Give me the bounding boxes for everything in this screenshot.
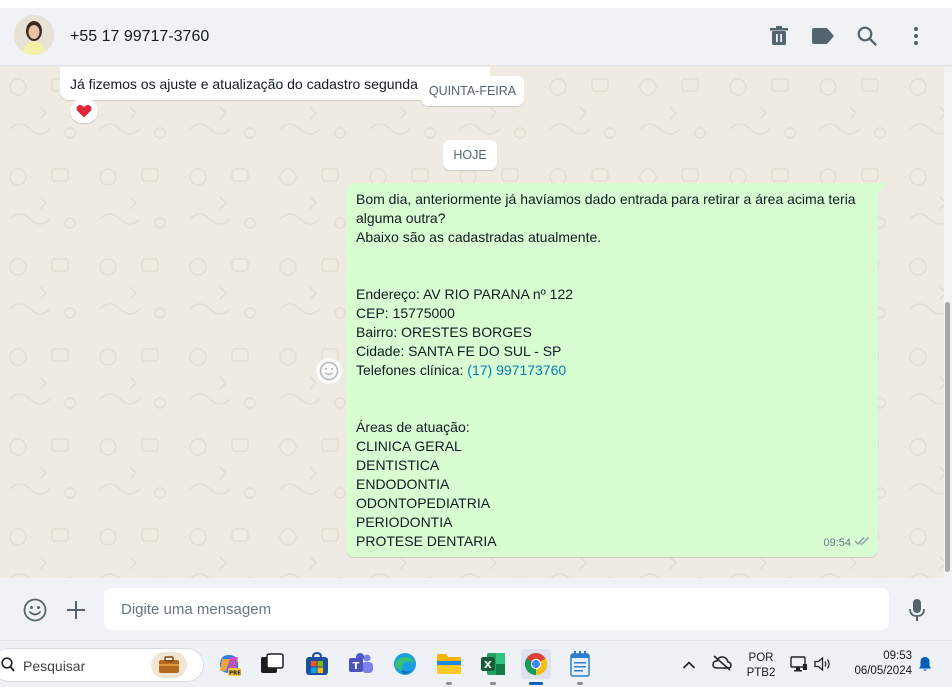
message-line [356,399,868,418]
emoji-reaction-button[interactable] [316,358,342,384]
message-line: Bom dia, anteriormente já havíamos dado … [356,191,856,207]
contact-avatar[interactable] [14,15,54,55]
cloud-offline-icon[interactable] [712,655,732,676]
taskbar-search-text: Pesquisar [23,658,86,674]
message-line [356,380,868,399]
message-input[interactable] [104,588,889,630]
message-line: PROTESE DENTARIA [356,533,497,549]
taskbar-search[interactable]: Pesquisar [0,648,204,682]
message-line: ODONTOPEDIATRIA [356,495,491,511]
message-line: Cidade: SANTA FE DO SUL - SP [356,343,562,359]
volume-icon[interactable] [814,656,832,677]
message-line: alguma outra? [356,210,446,226]
chrome-browser-icon[interactable] [521,649,551,685]
file-explorer-icon[interactable] [434,649,464,685]
svg-text:PRE: PRE [229,671,241,677]
menu-icon[interactable] [904,24,928,48]
language-line2: PTB2 [746,667,776,679]
phone-label: Telefones clínica: [356,362,468,378]
message-line: CEP: 15775000 [356,305,455,321]
message-line [356,247,868,266]
message-meta: 09:54 [823,534,870,553]
message-time: 09:54 [823,537,851,549]
chevron-up-icon[interactable] [682,657,696,675]
message-line: Bairro: ORESTES BORGES [356,324,532,340]
phone-link[interactable]: (17) 997173760 [467,362,566,378]
chat-header: +55 17 99717-3760 [0,8,952,66]
app-running-indicator [446,682,452,685]
message-line: PERIODONTIA [356,514,453,530]
message-line: CLINICA GERAL [356,438,462,454]
app-running-indicator [577,682,583,685]
excel-app-icon[interactable]: X [478,649,508,685]
taskbar-search-icon [1,657,15,678]
bubble-tail [878,183,887,195]
message-line: DENTISTICA [356,457,440,473]
message-line: Áreas de atuação: [356,419,470,435]
clock-date: 06/05/2024 [854,665,912,677]
chat-scrollbar-thumb[interactable] [945,302,950,572]
copilot-app-icon[interactable]: PRE [214,649,244,679]
language-line1: POR [748,652,774,664]
chat-area: Já fizemos os ajuste e atualização do ca… [0,67,952,578]
outgoing-message[interactable]: Bom dia, anteriormente já havíamos dado … [346,183,878,557]
heart-reaction-icon[interactable] [70,99,98,123]
app-active-indicator [529,682,543,685]
window-top-strip [0,0,952,8]
language-indicator[interactable]: POR PTB2 [742,651,780,681]
svg-text:T: T [353,661,360,672]
widgets-briefcase-icon[interactable] [151,652,187,683]
emoji-icon[interactable] [22,597,48,623]
delete-icon[interactable] [767,24,791,48]
date-chip-previous: QUINTA-FEIRA [421,76,524,106]
search-icon[interactable] [855,24,879,48]
svg-text:X: X [484,660,492,671]
label-icon[interactable] [811,24,835,48]
microsoft-store-icon[interactable] [302,649,332,679]
message-line: Abaixo são as cadastradas atualmente. [356,229,602,245]
app-running-indicator [490,682,496,685]
message-line: Endereço: AV RIO PARANA nº 122 [356,286,574,302]
clock-time: 09:53 [883,650,912,662]
windows-taskbar: Pesquisar PRE T X POR PTB2 09:53 06/05/2… [0,640,952,687]
notepad-app-icon[interactable] [565,649,595,685]
date-chip-today: HOJE [443,140,497,170]
system-clock[interactable]: 09:53 06/05/2024 [846,649,912,679]
edge-browser-icon[interactable] [390,649,420,679]
phone-line: Telefones clínica: (17) 997173760 [356,361,868,380]
contact-name[interactable]: +55 17 99717-3760 [70,28,209,46]
message-composer [0,578,952,640]
double-check-icon [854,534,870,553]
task-view-icon[interactable] [257,649,287,679]
incoming-message-text: Já fizemos os ajuste e atualização do ca… [70,76,426,92]
microphone-icon[interactable] [904,597,930,623]
attach-plus-icon[interactable] [63,597,89,623]
message-line [356,266,868,285]
teams-app-icon[interactable]: T [346,649,376,679]
message-line: ENDODONTIA [356,476,450,492]
network-icon[interactable] [790,656,808,677]
notification-bell-icon[interactable] [918,656,932,677]
